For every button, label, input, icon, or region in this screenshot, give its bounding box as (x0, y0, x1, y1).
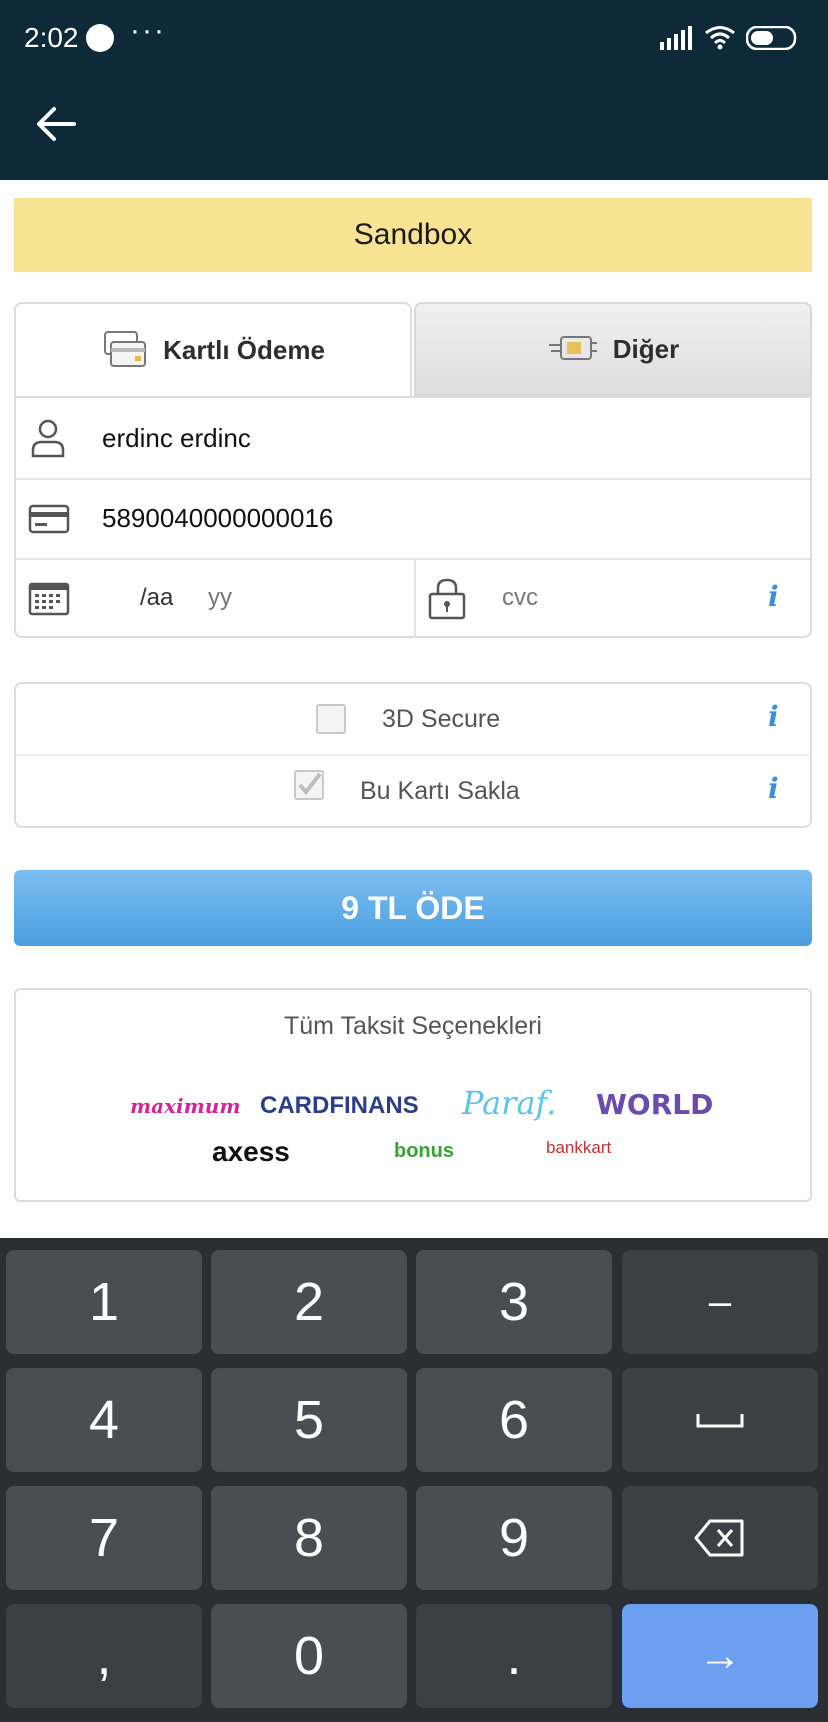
card-form: erdinc erdinc 5890040000000016 /aa yy cv (14, 396, 812, 638)
key-backspace[interactable] (622, 1486, 818, 1590)
key-4[interactable]: 4 (6, 1368, 202, 1472)
pay-button[interactable]: 9 TL ÖDE (14, 870, 812, 946)
expiry-year-field[interactable]: yy (208, 558, 232, 638)
key-9[interactable]: 9 (416, 1486, 612, 1590)
maximum-logo: maximum (130, 1094, 241, 1118)
expiry-cvc-row: /aa yy cvc i (16, 558, 810, 638)
option-save-card: Bu Kartı Sakla i (16, 756, 810, 826)
back-arrow-icon[interactable] (34, 104, 78, 144)
cvc-field[interactable]: cvc (502, 558, 538, 638)
notification-icon (86, 24, 114, 52)
tab-other[interactable]: Diğer (414, 302, 812, 396)
tab-other-label: Diğer (612, 333, 680, 364)
expiry-month-field[interactable]: /aa (140, 558, 173, 638)
cardholder-name-row[interactable]: erdinc erdinc (16, 398, 810, 480)
world-logo: WORLD (596, 1088, 714, 1121)
status-bar: 2:02 ··· (0, 0, 828, 78)
save-card-info-icon[interactable]: i (768, 772, 779, 805)
other-payment-icon (548, 336, 597, 360)
backspace-icon (694, 1519, 744, 1557)
tab-card-payment[interactable]: Kartlı Ödeme (14, 302, 412, 396)
save-card-label: Bu Kartı Sakla (360, 777, 520, 805)
tab-card-payment-label: Kartlı Ödeme (163, 334, 325, 365)
key-7[interactable]: 7 (6, 1486, 202, 1590)
key-5[interactable]: 5 (211, 1368, 407, 1472)
key-minus[interactable]: – (622, 1250, 818, 1354)
wifi-icon (705, 26, 735, 50)
cardholder-name-field[interactable]: erdinc erdinc (102, 398, 251, 478)
status-time: 2:02 (24, 22, 79, 53)
bonus-logo: bonus (394, 1140, 454, 1162)
option-3d-secure: 3D Secure i (16, 684, 810, 756)
axess-logo: axess (212, 1136, 290, 1167)
key-enter[interactable]: → (622, 1604, 818, 1708)
key-period[interactable]: . (416, 1604, 612, 1708)
battery-icon (746, 26, 797, 50)
card-number-field[interactable]: 5890040000000016 (102, 478, 333, 558)
key-3[interactable]: 3 (416, 1250, 612, 1354)
checkmark-icon (298, 772, 322, 796)
app-header: 2:02 ··· (0, 0, 828, 180)
card-options: 3D Secure i Bu Kartı Sakla i (14, 682, 812, 828)
lock-icon (428, 578, 466, 620)
cvc-info-icon[interactable]: i (768, 580, 779, 613)
key-1[interactable]: 1 (6, 1250, 202, 1354)
key-6[interactable]: 6 (416, 1368, 612, 1472)
payment-tabs: Kartlı Ödeme Diğer (14, 302, 812, 396)
3d-secure-checkbox[interactable] (316, 704, 346, 734)
installments-title: Tüm Taksit Seçenekleri (284, 1012, 542, 1040)
key-0[interactable]: 0 (211, 1604, 407, 1708)
more-notifications-icon: ··· (130, 14, 166, 47)
key-8[interactable]: 8 (211, 1486, 407, 1590)
installment-options: Tüm Taksit Seçenekleri maximum CARDFINAN… (14, 988, 812, 1202)
credit-card-icon (28, 504, 70, 534)
3d-secure-label: 3D Secure (382, 705, 501, 733)
card-payment-icon (104, 331, 147, 367)
key-2[interactable]: 2 (211, 1250, 407, 1354)
field-divider (414, 558, 416, 638)
cardfinans-logo: CARDFINANS (260, 1092, 419, 1119)
calendar-icon (28, 582, 70, 616)
3d-secure-info-icon[interactable]: i (768, 700, 779, 733)
numeric-keyboard: 1 2 3 – 4 5 6 7 8 9 , 0 . → (0, 1238, 828, 1722)
person-icon (31, 419, 65, 458)
bankkart-logo: bankkart (546, 1138, 612, 1157)
paraf-logo: Paraf. (462, 1084, 557, 1122)
card-number-row[interactable]: 5890040000000016 (16, 478, 810, 560)
signal-icon (660, 26, 692, 50)
key-comma[interactable]: , (6, 1604, 202, 1708)
key-space[interactable] (622, 1368, 818, 1472)
sandbox-banner: Sandbox (14, 198, 812, 272)
space-icon (696, 1414, 744, 1428)
save-card-checkbox[interactable] (294, 770, 324, 800)
